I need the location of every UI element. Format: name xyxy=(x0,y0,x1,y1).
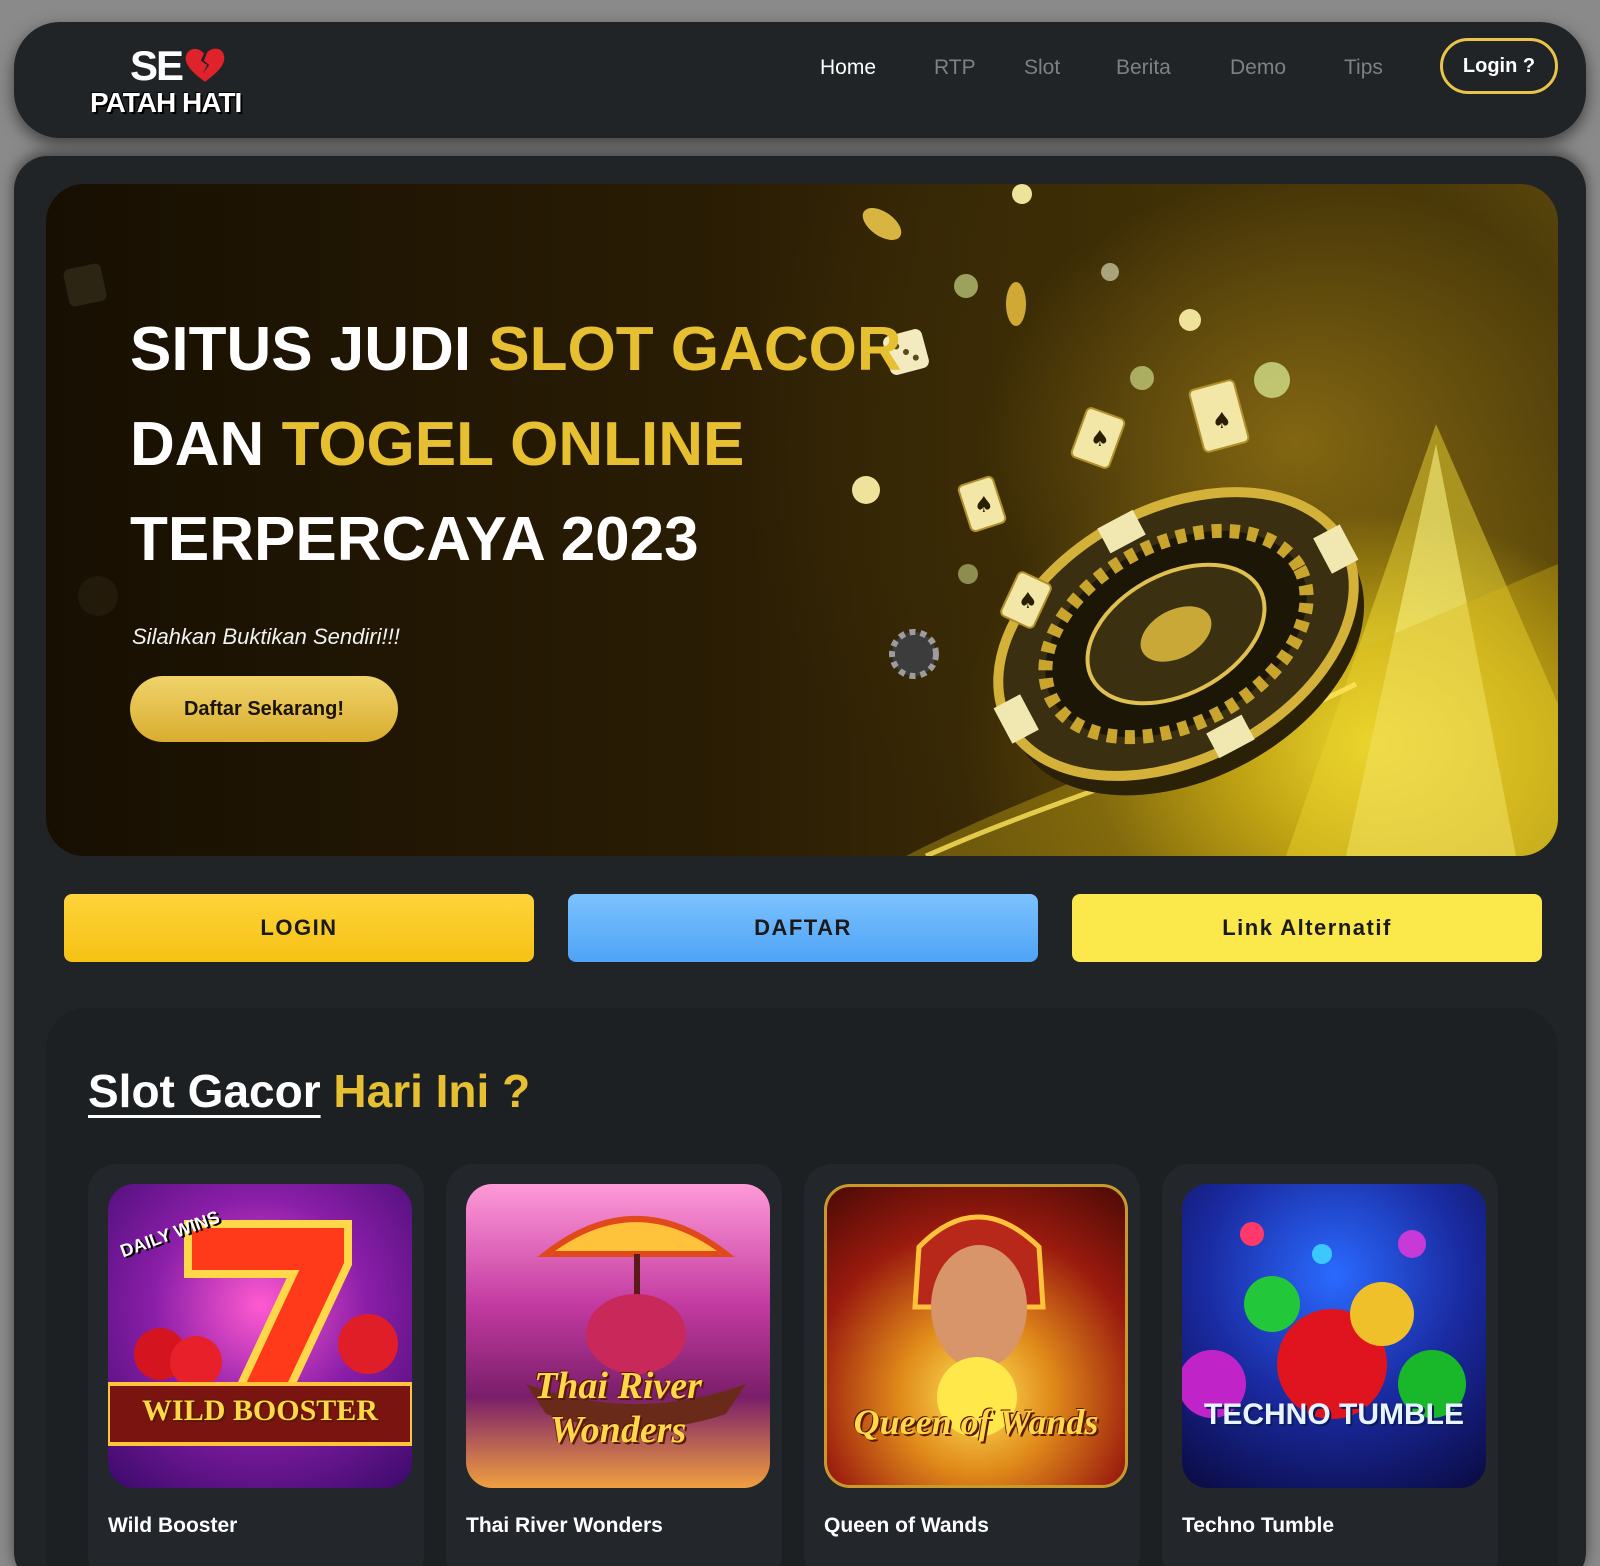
slot-gacor-section: Slot Gacor Hari Ini ? WILD BOOSTER DAILY… xyxy=(46,1008,1558,1566)
section-title-link[interactable]: Slot Gacor xyxy=(88,1065,321,1117)
thumb-title: Queen of Wands xyxy=(853,1402,1099,1442)
svg-text:♠: ♠ xyxy=(1212,409,1232,434)
alternative-link-button[interactable]: Link Alternatif xyxy=(1072,894,1542,962)
section-title: Slot Gacor Hari Ini ? xyxy=(88,1064,530,1118)
game-thumbnail[interactable]: Queen of Wands xyxy=(824,1184,1128,1488)
hero-title-line3: TERPERCAYA 2023 xyxy=(130,505,699,574)
hero-title-line1-white: SITUS JUDI xyxy=(130,315,489,384)
hero-title-line2-white: DAN xyxy=(130,410,282,479)
game-name[interactable]: Wild Booster xyxy=(108,1514,237,1538)
thumb-title: WILD BOOSTER xyxy=(142,1394,378,1427)
hero-title-line2-gold: TOGEL ONLINE xyxy=(281,410,745,479)
nav-item-slot[interactable]: Slot xyxy=(1024,56,1060,80)
main-content: ♠ ♠ ♠ ♠ SITUS JUDI SLOT GACOR DAN TOGEL … xyxy=(14,156,1586,1566)
nav-item-demo[interactable]: Demo xyxy=(1230,56,1286,80)
svg-text:♠: ♠ xyxy=(974,493,994,518)
hero-title-line1-gold: SLOT GACOR xyxy=(488,315,902,384)
logo-text-line2: PATAH HATI xyxy=(90,87,242,118)
login-button[interactable]: LOGIN xyxy=(64,894,534,962)
nav-item-home[interactable]: Home xyxy=(820,56,876,80)
nav-item-berita[interactable]: Berita xyxy=(1116,56,1171,80)
hero-title: SITUS JUDI SLOT GACOR DAN TOGEL ONLINE T… xyxy=(130,302,902,587)
game-thumbnail[interactable]: WILD BOOSTER DAILY WINS xyxy=(108,1184,412,1488)
header-login-button[interactable]: Login ? xyxy=(1440,38,1558,94)
game-thumbnail[interactable]: Thai River Wonders xyxy=(466,1184,770,1488)
top-navbar: SE PATAH HATI Home RTP Slot Berita Demo … xyxy=(14,22,1586,138)
game-thumbnail[interactable]: TECHNO TUMBLE xyxy=(1182,1184,1486,1488)
thumb-title: Thai River Wonders xyxy=(534,1365,702,1451)
nav-item-tips[interactable]: Tips xyxy=(1344,56,1383,80)
svg-text:♠: ♠ xyxy=(1018,589,1038,614)
register-now-button[interactable]: Daftar Sekarang! xyxy=(130,676,398,742)
game-card-techno-tumble[interactable]: TECHNO TUMBLE Techno Tumble xyxy=(1162,1164,1498,1566)
section-title-suffix: Hari Ini ? xyxy=(320,1065,531,1117)
hero-subtitle: Silahkan Buktikan Sendiri!!! xyxy=(132,624,400,649)
colorful-balls-icon xyxy=(1182,1222,1466,1419)
hero-banner: ♠ ♠ ♠ ♠ SITUS JUDI SLOT GACOR DAN TOGEL … xyxy=(46,184,1558,856)
site-logo[interactable]: SE PATAH HATI xyxy=(76,40,276,126)
game-card-wild-booster[interactable]: WILD BOOSTER DAILY WINS Wild Booster xyxy=(88,1164,424,1566)
nav-item-rtp[interactable]: RTP xyxy=(934,56,976,80)
svg-text:♠: ♠ xyxy=(1090,427,1110,452)
game-card-queen-of-wands[interactable]: Queen of Wands Queen of Wands xyxy=(804,1164,1140,1566)
broken-heart-icon xyxy=(185,48,225,82)
game-name[interactable]: Thai River Wonders xyxy=(466,1514,663,1538)
game-card-thai-river-wonders[interactable]: Thai River Wonders Thai River Wonders xyxy=(446,1164,782,1566)
logo-text-line1: SE xyxy=(130,42,184,89)
register-button[interactable]: DAFTAR xyxy=(568,894,1038,962)
game-name[interactable]: Queen of Wands xyxy=(824,1514,989,1538)
thumb-title: TECHNO TUMBLE xyxy=(1204,1398,1464,1431)
game-name[interactable]: Techno Tumble xyxy=(1182,1514,1334,1538)
